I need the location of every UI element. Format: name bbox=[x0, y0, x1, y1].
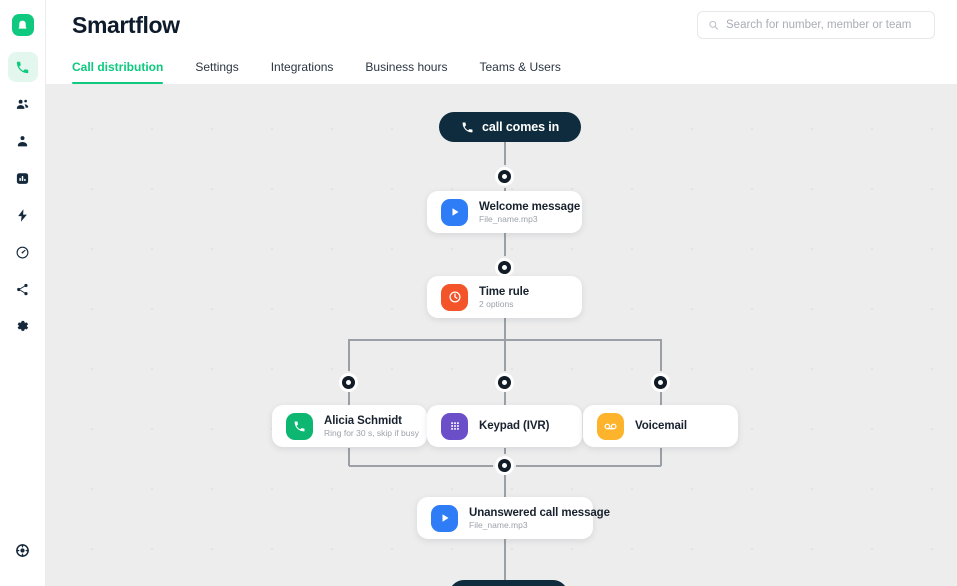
node-text: Keypad (IVR) bbox=[479, 420, 549, 432]
call-comes-in-pill[interactable]: call comes in bbox=[439, 112, 582, 142]
sidebar-item-activity[interactable] bbox=[8, 237, 38, 267]
node-title: Time rule bbox=[479, 285, 530, 298]
sidebar-item-integrations[interactable] bbox=[8, 274, 38, 304]
sidebar-item-calls[interactable] bbox=[7, 52, 38, 82]
sidebar-item-automations[interactable] bbox=[8, 200, 38, 230]
node-alicia-schmidt[interactable]: Alicia Schmidt Ring for 30 s, skip if bu… bbox=[272, 405, 427, 447]
node-subtitle: 2 options bbox=[479, 298, 514, 309]
phone-icon bbox=[16, 61, 29, 73]
sidebar-item-settings[interactable] bbox=[8, 311, 38, 341]
node-text: Welcome message File_name.mp3 bbox=[479, 200, 581, 224]
connector-line bbox=[504, 475, 506, 497]
users-group-icon bbox=[16, 99, 29, 109]
node-title: Welcome message bbox=[479, 200, 581, 213]
add-node-dot[interactable] bbox=[495, 456, 514, 475]
page-title: Smartflow bbox=[72, 11, 180, 38]
connector-line bbox=[504, 392, 506, 406]
node-subtitle: File_name.mp3 bbox=[469, 519, 528, 530]
connector-line bbox=[348, 392, 350, 406]
search-input[interactable] bbox=[726, 19, 924, 31]
tab-integrations[interactable]: Integrations bbox=[255, 50, 350, 84]
clock-gauge-icon bbox=[16, 246, 29, 258]
add-node-dot[interactable] bbox=[495, 373, 514, 392]
call-ends-pill[interactable]: call ends bbox=[449, 580, 568, 586]
connector-line bbox=[660, 339, 662, 372]
node-keypad-ivr[interactable]: Keypad (IVR) bbox=[427, 405, 582, 447]
connector-line bbox=[504, 539, 506, 581]
node-subtitle: Ring for 30 s, skip if busy bbox=[324, 427, 419, 438]
node-voicemail[interactable]: Voicemail bbox=[583, 405, 738, 447]
node-text: Alicia Schmidt Ring for 30 s, skip if bu… bbox=[324, 414, 419, 438]
call-comes-in-label: call comes in bbox=[482, 120, 560, 134]
node-text: Time rule 2 options bbox=[479, 286, 529, 309]
node-unanswered-call-message[interactable]: Unanswered call message File_name.mp3 bbox=[417, 497, 610, 539]
flow-diagram: call comes in Welcome message File_name.… bbox=[46, 85, 957, 586]
share-network-icon bbox=[17, 283, 28, 295]
node-subtitle: File_name.mp3 bbox=[479, 213, 538, 224]
add-node-dot[interactable] bbox=[495, 167, 514, 186]
search-icon bbox=[709, 20, 719, 30]
life-buoy-help-icon bbox=[16, 543, 29, 557]
voicemail-icon bbox=[597, 412, 624, 440]
sidebar-bottom bbox=[0, 535, 45, 572]
sidebar-nav bbox=[0, 52, 45, 348]
user-person-icon bbox=[17, 135, 28, 146]
connector-line bbox=[348, 448, 350, 466]
connector-line bbox=[504, 339, 506, 372]
tab-business-hours[interactable]: Business hours bbox=[349, 50, 463, 84]
add-node-dot[interactable] bbox=[495, 258, 514, 277]
tab-bar: Call distribution Settings Integrations … bbox=[46, 50, 957, 85]
play-button-icon bbox=[431, 504, 458, 532]
search-box[interactable] bbox=[697, 11, 935, 39]
top-bar: Smartflow bbox=[46, 0, 957, 50]
add-node-dot[interactable] bbox=[339, 373, 358, 392]
connector-line bbox=[348, 339, 350, 372]
sidebar-item-analytics[interactable] bbox=[8, 163, 38, 193]
keypad-grid-icon bbox=[441, 412, 468, 440]
node-title: Keypad (IVR) bbox=[479, 420, 550, 432]
phone-ring-icon bbox=[286, 412, 313, 440]
bar-chart-icon bbox=[16, 172, 29, 184]
lightning-bolt-icon bbox=[18, 208, 27, 222]
node-text: Voicemail bbox=[635, 420, 687, 432]
app-logo-bell-icon bbox=[18, 20, 27, 29]
node-title: Alicia Schmidt bbox=[324, 414, 402, 427]
sidebar-item-contacts[interactable] bbox=[8, 89, 38, 119]
node-time-rule[interactable]: Time rule 2 options bbox=[427, 276, 582, 318]
clock-icon bbox=[441, 283, 468, 311]
node-title: Voicemail bbox=[635, 420, 687, 432]
phone-incoming-icon bbox=[462, 122, 473, 132]
sidebar-item-profile[interactable] bbox=[8, 126, 38, 156]
connector-line bbox=[660, 448, 662, 466]
sidebar-item-help[interactable] bbox=[8, 535, 38, 565]
sidebar bbox=[0, 0, 46, 586]
gear-icon bbox=[17, 320, 29, 331]
connector-line bbox=[660, 392, 662, 406]
tab-settings[interactable]: Settings bbox=[179, 50, 254, 84]
add-node-dot[interactable] bbox=[651, 373, 670, 392]
node-text: Unanswered call message File_name.mp3 bbox=[469, 506, 610, 530]
main-area: Smartflow Call distribution Settings Int… bbox=[46, 0, 957, 586]
connector-line bbox=[504, 318, 506, 340]
tab-teams-users[interactable]: Teams & Users bbox=[463, 50, 576, 84]
flow-canvas[interactable]: call comes in Welcome message File_name.… bbox=[46, 85, 957, 586]
tab-call-distribution[interactable]: Call distribution bbox=[72, 50, 179, 84]
app-logo[interactable] bbox=[10, 12, 36, 38]
node-title: Unanswered call message bbox=[469, 506, 610, 519]
app-root: Smartflow Call distribution Settings Int… bbox=[0, 0, 957, 586]
play-button-icon bbox=[441, 198, 468, 226]
node-welcome-message[interactable]: Welcome message File_name.mp3 bbox=[427, 191, 582, 233]
